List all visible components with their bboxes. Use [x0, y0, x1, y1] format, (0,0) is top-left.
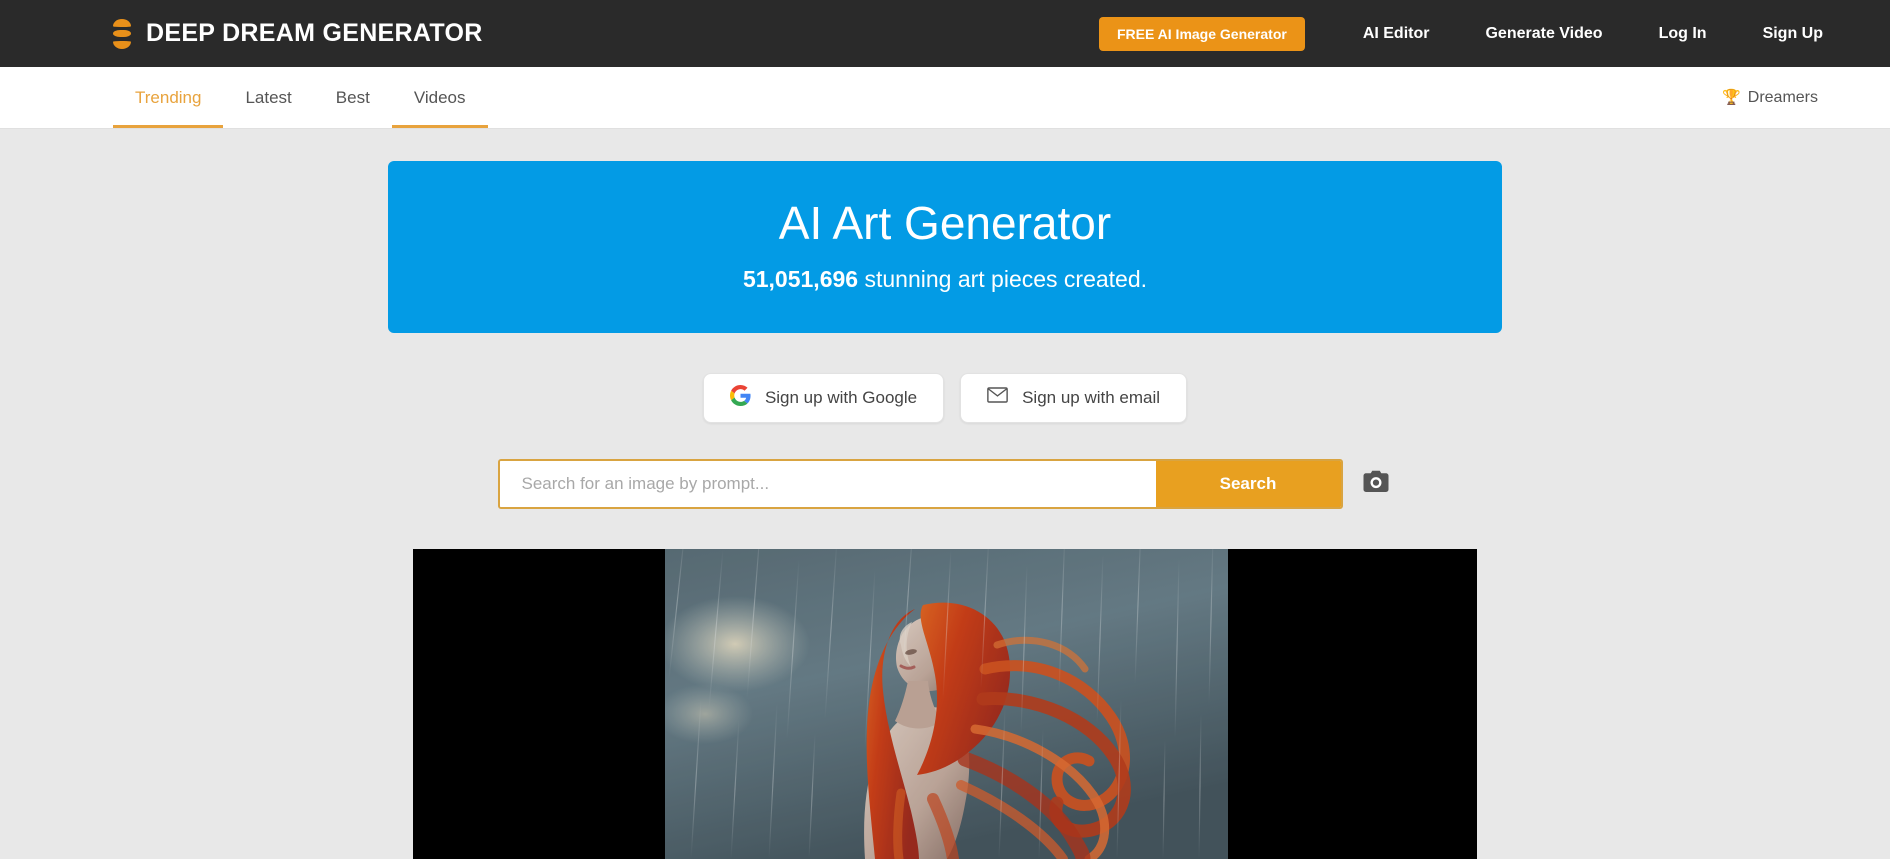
page-title: AI Art Generator	[778, 197, 1112, 249]
trophy-icon: 🏆	[1722, 89, 1741, 106]
art-pieces-count: 51,051,696	[742, 265, 859, 292]
camera-icon	[1361, 467, 1391, 500]
hero-subtitle: 51,051,696 stunning art pieces created.	[408, 266, 1482, 293]
sign-up-with-google-button[interactable]: Sign up with Google	[702, 372, 945, 423]
tab-latest[interactable]: Latest	[223, 67, 313, 128]
sign-up-with-google-label: Sign up with Google	[764, 387, 918, 407]
hero-subtitle-text: stunning art pieces created.	[858, 265, 1148, 292]
top-header-bar: DEEP DREAM GENERATOR FREE AI Image Gener…	[0, 0, 1890, 67]
brand-title: DEEP DREAM GENERATOR	[146, 19, 483, 47]
google-g-icon	[729, 384, 751, 411]
nav-link-generate-video[interactable]: Generate Video	[1457, 25, 1630, 43]
dreamers-link[interactable]: 🏆 Dreamers	[1722, 89, 1818, 107]
search-button[interactable]: Search	[1155, 460, 1341, 507]
tab-best-label: Best	[335, 87, 370, 107]
stacked-bars-logo-icon	[113, 18, 131, 49]
top-navigation: FREE AI Image Generator AI Editor Genera…	[1098, 0, 1890, 67]
camera-search-button[interactable]	[1359, 467, 1393, 501]
nav-link-ai-editor[interactable]: AI Editor	[1335, 25, 1458, 43]
tab-best[interactable]: Best	[314, 67, 392, 128]
sign-up-with-email-button[interactable]: Sign up with email	[960, 372, 1188, 423]
content-filter-tabs: Trending Latest Best Videos	[113, 67, 488, 128]
tab-latest-label: Latest	[245, 87, 292, 107]
free-ai-image-generator-button[interactable]: FREE AI Image Generator	[1098, 16, 1305, 51]
sign-up-with-email-label: Sign up with email	[1022, 387, 1161, 407]
tab-trending-label: Trending	[135, 87, 202, 107]
dreamers-label: Dreamers	[1747, 88, 1818, 106]
brand-logo[interactable]: DEEP DREAM GENERATOR	[113, 18, 483, 49]
secondary-navigation-bar: Trending Latest Best Videos 🏆 Dreamers	[0, 67, 1890, 129]
signup-options: Sign up with Google Sign up with email	[0, 372, 1890, 423]
tab-trending[interactable]: Trending	[113, 67, 224, 128]
tab-videos[interactable]: Videos	[391, 67, 488, 128]
featured-image-card[interactable]	[413, 548, 1477, 859]
nav-link-sign-up[interactable]: Sign Up	[1735, 25, 1890, 43]
nav-link-log-in[interactable]: Log In	[1631, 25, 1735, 43]
hero-banner: AI Art Generator 51,051,696 stunning art…	[388, 161, 1502, 333]
envelope-icon	[987, 387, 1008, 408]
search-bar: Search	[497, 458, 1343, 509]
tab-videos-label: Videos	[413, 87, 466, 107]
search-input[interactable]	[499, 460, 1156, 507]
search-area: Search	[0, 458, 1890, 509]
featured-artwork-image	[665, 548, 1228, 859]
main-content: AI Art Generator 51,051,696 stunning art…	[0, 161, 1890, 859]
